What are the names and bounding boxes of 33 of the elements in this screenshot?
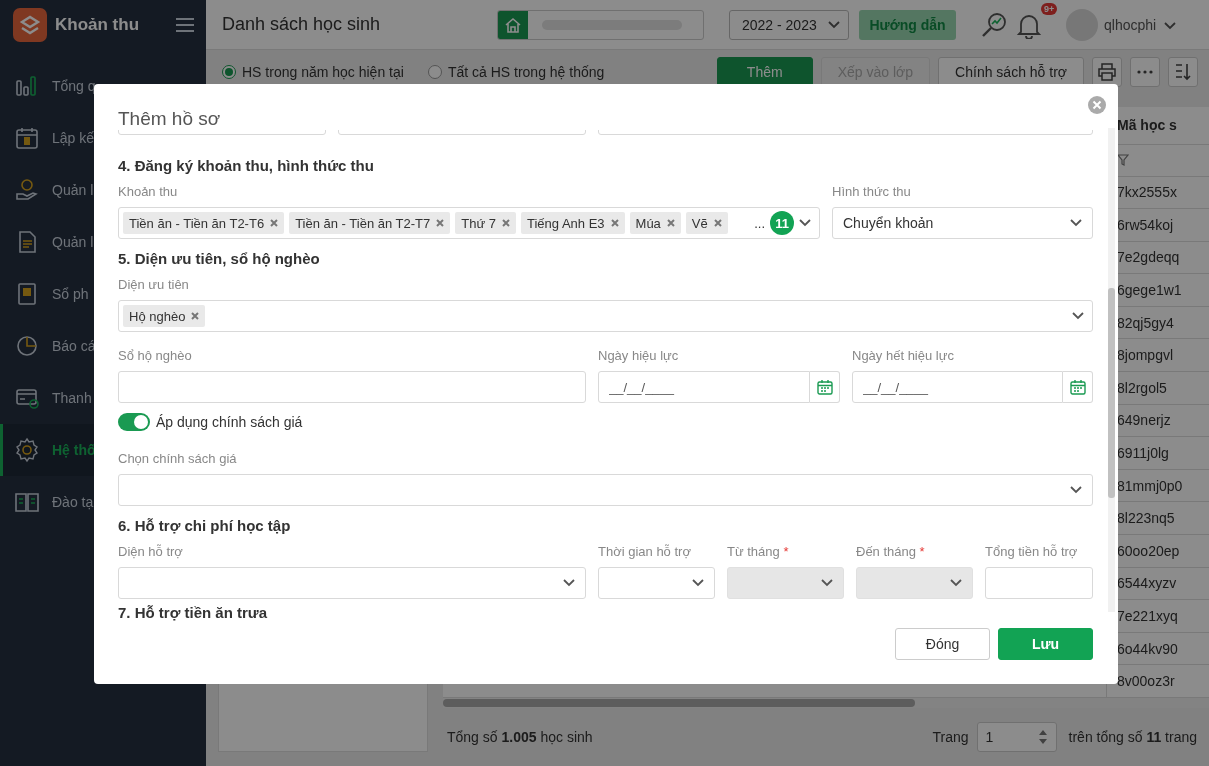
field-label: Ngày hết hiệu lực bbox=[852, 348, 955, 364]
field-label: Đến tháng * bbox=[856, 544, 926, 560]
section-heading: 5. Diện ưu tiên, sổ hộ nghèo bbox=[118, 249, 320, 269]
field-label: Diện hỗ trợ bbox=[118, 544, 184, 560]
total-count: Tổng số 1.005 học sinh bbox=[447, 729, 593, 745]
field-label: Chọn chính sách giá bbox=[118, 451, 238, 467]
tag-label: Tiền ăn - Tiền ăn T2-T7 bbox=[295, 215, 431, 231]
field-label: Hình thức thu bbox=[832, 184, 912, 200]
field-label: Diện ưu tiên bbox=[118, 277, 190, 293]
field-label: Tổng tiền hỗ trợ bbox=[985, 544, 1079, 560]
more-indicator: ... bbox=[754, 215, 765, 231]
field-label: Ngày hiệu lực bbox=[598, 348, 680, 364]
page-total: trên tổng số 11 trang bbox=[1068, 729, 1197, 745]
section-heading: 6. Hỗ trợ chi phí học tập bbox=[118, 516, 291, 536]
field-label: Khoản thu bbox=[118, 184, 179, 200]
tag-label: Tiếng Anh E3 bbox=[526, 215, 605, 231]
field-label: Sổ hộ nghèo bbox=[118, 348, 193, 364]
tag-label: Vẽ bbox=[691, 215, 708, 231]
field-label: Thời gian hỗ trợ bbox=[598, 544, 692, 560]
section-heading: 4. Đăng ký khoản thu, hình thức thu bbox=[118, 156, 374, 176]
page-label: Trang bbox=[932, 729, 969, 745]
notification-badge: 9+ bbox=[1041, 2, 1058, 15]
tag-label: Tiền ăn - Tiền ăn T2-T6 bbox=[129, 215, 265, 231]
dialog-title: Thêm hồ sơ bbox=[118, 108, 221, 130]
tag-label: Múa bbox=[635, 215, 661, 231]
field-label: Từ tháng * bbox=[727, 544, 790, 560]
tag-label: Hộ nghèo bbox=[129, 308, 186, 324]
count-badge: 11 bbox=[770, 211, 794, 235]
app-title: Khoản thu bbox=[55, 15, 141, 35]
page-title: Danh sách học sinh bbox=[222, 14, 382, 35]
section-heading: 7. Hỗ trợ tiền ăn trưa bbox=[118, 603, 268, 623]
toggle-label: Áp dụng chính sách giá bbox=[156, 414, 303, 430]
tag-label: Thứ 7 bbox=[461, 215, 496, 231]
